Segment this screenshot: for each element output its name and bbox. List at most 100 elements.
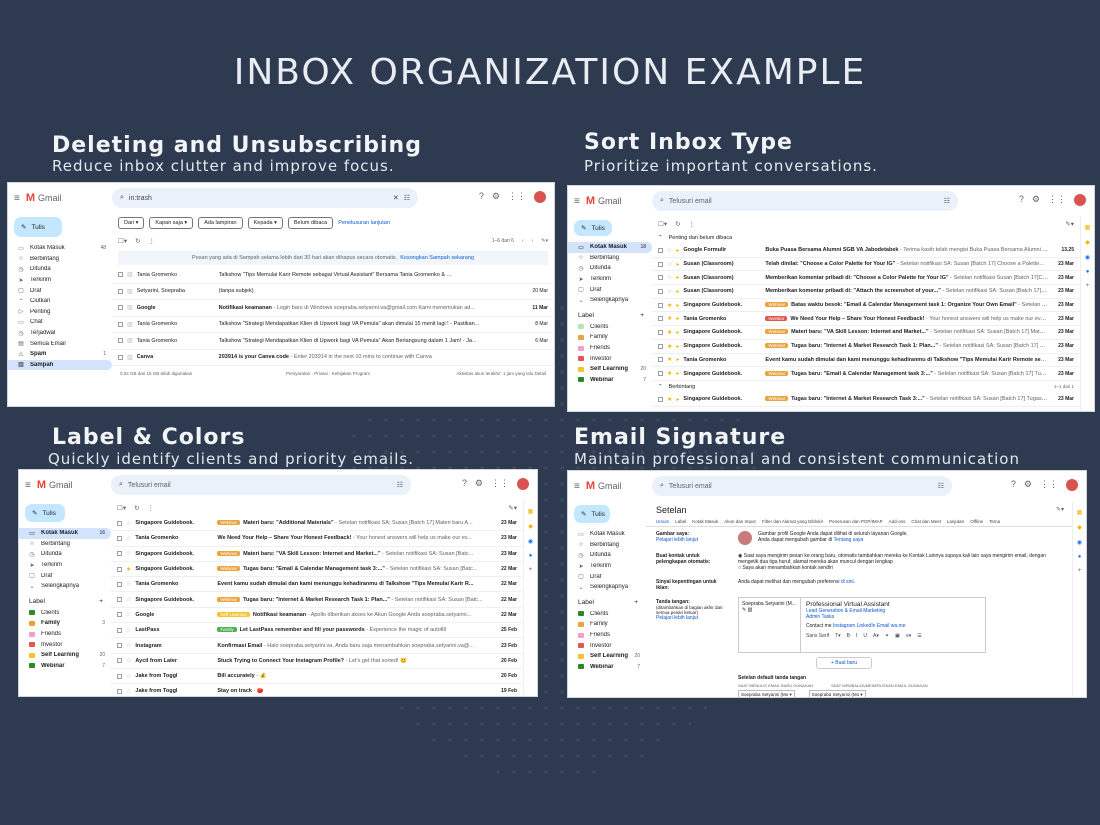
row-checkbox[interactable]: [117, 673, 122, 679]
label-item-investor[interactable]: Investor: [568, 353, 652, 364]
underline-icon[interactable]: U: [863, 633, 867, 639]
more-icon[interactable]: ⋮: [148, 504, 155, 512]
row-checkbox[interactable]: [658, 275, 663, 281]
select-all-checkbox[interactable]: ☐▾: [117, 504, 126, 512]
sidebar-item-kotak-masuk[interactable]: ▭ Kotak Masuk: [568, 529, 646, 540]
density-icon[interactable]: ✎▾: [1065, 220, 1074, 228]
filter-chip[interactable]: Kapan saja ▾: [149, 217, 194, 229]
calendar-icon[interactable]: ▦: [528, 508, 534, 515]
table-row[interactable]: ☆ ▸ Susan (Classroom) Memberikan komentar p…: [652, 271, 1080, 286]
select-all-checkbox[interactable]: ☐▾: [658, 220, 667, 228]
table-row[interactable]: ☆ LastPass Family Let LastPass remember and…: [111, 623, 523, 639]
table-row[interactable]: ☆ Jake from Toggl Stay on track - 🍅 19 Feb: [111, 684, 523, 696]
gmail-logo[interactable]: M Gmail: [586, 195, 622, 207]
settings-icon[interactable]: ⚙: [475, 478, 483, 490]
settings-tab[interactable]: Lanjutan: [947, 519, 964, 524]
contacts-icon[interactable]: ●: [1086, 269, 1090, 275]
sidebar-item-terkirim[interactable]: ➤ Terkirim: [19, 560, 111, 571]
star-icon[interactable]: ★: [667, 396, 672, 403]
label-item-clients[interactable]: Clients: [19, 608, 111, 619]
about-me-link[interactable]: Tentang saya: [834, 537, 864, 543]
search-input[interactable]: Telusuri email: [128, 482, 392, 489]
search-bar[interactable]: ⌕ Telusuri email ☷: [652, 476, 952, 496]
search-bar[interactable]: ⌕ in:trash ✕ ☷: [112, 188, 418, 208]
clear-search-icon[interactable]: ✕: [393, 194, 399, 202]
table-row[interactable]: ▥ Tania Gromenko Talkshow "Strategi Mendap…: [112, 317, 554, 333]
star-icon[interactable]: ☆: [126, 535, 131, 542]
table-row[interactable]: ☆ Instagram Konfirmasi Email - Halo soepra…: [111, 638, 523, 654]
table-row[interactable]: ☆ Singapore Guidebook. Webinar Tugas baru: …: [111, 592, 523, 608]
star-icon[interactable]: ★: [667, 315, 672, 322]
row-checkbox[interactable]: [658, 288, 663, 294]
sidebar-item-ciutkan[interactable]: ⌃ Ciutkan: [8, 296, 112, 307]
signature-body[interactable]: Professional Virtual Assistant Lead Gene…: [801, 598, 985, 652]
apps-icon[interactable]: ⋮⋮: [1048, 194, 1066, 206]
table-row[interactable]: ★ ▸ Singapore Guidebook. Webinar Tugas baru:…: [652, 367, 1080, 381]
label-item-investor[interactable]: Investor: [568, 640, 646, 651]
avatar[interactable]: [517, 478, 529, 490]
star-icon[interactable]: ★: [667, 343, 672, 350]
refresh-icon[interactable]: ↻: [134, 504, 139, 512]
sidebar-item-chat[interactable]: ▭ Chat: [8, 317, 112, 328]
sidebar-item-draf[interactable]: ▢ Draf: [19, 570, 111, 581]
sidebar-item-penting[interactable]: ▷ Penting: [8, 307, 112, 318]
settings-icon[interactable]: ⚙: [1032, 194, 1040, 206]
settings-tab[interactable]: Umum: [656, 519, 669, 524]
compose-button[interactable]: ✎ Tulis: [14, 217, 62, 237]
star-icon[interactable]: ☆: [126, 520, 131, 527]
default-new-select[interactable]: Soepraba Setyarini (Mo ▾: [738, 690, 795, 697]
settings-tab[interactable]: Penerusan dan POP/IMAP: [829, 519, 883, 524]
row-checkbox[interactable]: [658, 261, 663, 267]
select-all-checkbox[interactable]: ☐▾: [118, 237, 127, 245]
keep-icon[interactable]: ◆: [1077, 524, 1082, 531]
row-checkbox[interactable]: [658, 371, 663, 377]
sidebar-item-selengkapnya[interactable]: ⌄ Selengkapnya: [568, 582, 646, 593]
table-row[interactable]: ☆ Tania Gromenko Event kamu sudah dimulai …: [111, 577, 523, 593]
sidebar-item-draf[interactable]: ▢ Draf: [568, 284, 652, 295]
sidebar-item-selengkapnya[interactable]: ⌄ Selengkapnya: [19, 581, 111, 592]
table-row[interactable]: ★ ▸ Singapore Guidebook. Webinar Tugas baru:…: [652, 393, 1080, 407]
row-checkbox[interactable]: [117, 551, 122, 557]
ads-link[interactable]: di sini.: [841, 579, 855, 585]
help-icon[interactable]: ?: [1011, 479, 1016, 491]
label-item-clients[interactable]: Clients: [568, 322, 652, 333]
row-label-chip[interactable]: Webinar: [765, 370, 789, 376]
important-marker-icon[interactable]: ▸: [676, 274, 679, 281]
table-row[interactable]: ★ ▸ Singapore Guidebook. Webinar Materi baru…: [652, 326, 1080, 340]
search-icon[interactable]: ⌕: [120, 194, 124, 202]
apps-icon[interactable]: ⋮⋮: [491, 478, 509, 490]
settings-tab[interactable]: Tema: [989, 519, 1000, 524]
star-icon[interactable]: ☆: [126, 581, 131, 588]
help-icon[interactable]: ?: [462, 478, 467, 490]
label-item-friends[interactable]: Friends: [568, 630, 646, 641]
row-checkbox[interactable]: [658, 396, 663, 402]
filter-options-icon[interactable]: ☷: [944, 197, 950, 205]
settings-tab[interactable]: Label: [675, 519, 686, 524]
sidebar-item-ditunda[interactable]: ◷ Ditunda: [19, 549, 111, 560]
filter-chip[interactable]: Ada lampiran: [198, 217, 243, 229]
important-marker-icon[interactable]: ▸: [676, 247, 679, 254]
star-icon[interactable]: ☆: [667, 247, 672, 254]
label-item-family[interactable]: Family 3: [19, 618, 111, 629]
sidebar-item-draf[interactable]: ▢ Draf: [568, 571, 646, 582]
sidebar-item-terjadwal[interactable]: ◷ Terjadwal: [8, 328, 112, 339]
sidebar-item-berbintang[interactable]: ☆ Berbintang: [568, 540, 646, 551]
row-checkbox[interactable]: [117, 520, 122, 526]
star-icon[interactable]: ★: [667, 302, 672, 309]
section-important-unread[interactable]: ⌃ Penting dan belum dibaca: [652, 232, 1080, 244]
add-label-icon[interactable]: +: [634, 599, 638, 606]
row-checkbox[interactable]: [117, 597, 122, 603]
font-select[interactable]: Sans Serif: [806, 633, 829, 639]
search-bar[interactable]: ⌕ Telusuri email ☷: [652, 191, 958, 211]
row-label-chip[interactable]: Webinar: [765, 302, 789, 308]
account-activity[interactable]: Aktivitas akun terakhir: 1 jam yang lalu…: [456, 371, 546, 376]
add-addon-icon[interactable]: +: [529, 567, 533, 573]
important-marker-icon[interactable]: ▸: [676, 329, 679, 336]
label-item-self-learning[interactable]: Self Learning 20: [568, 651, 646, 662]
calendar-icon[interactable]: ▦: [1085, 224, 1091, 231]
table-row[interactable]: ▥ Google Notifikasi keamanan - Login baru …: [112, 300, 554, 317]
table-row[interactable]: ▥ Setyarini, Soepraba (tanpa subjek) 20 Mar: [112, 284, 554, 300]
compose-button[interactable]: ✎ Tulis: [574, 220, 612, 236]
apps-icon[interactable]: ⋮⋮: [508, 191, 526, 203]
footer-links[interactable]: Persyaratan · Privasi · Kebijakan Progra…: [286, 371, 370, 376]
